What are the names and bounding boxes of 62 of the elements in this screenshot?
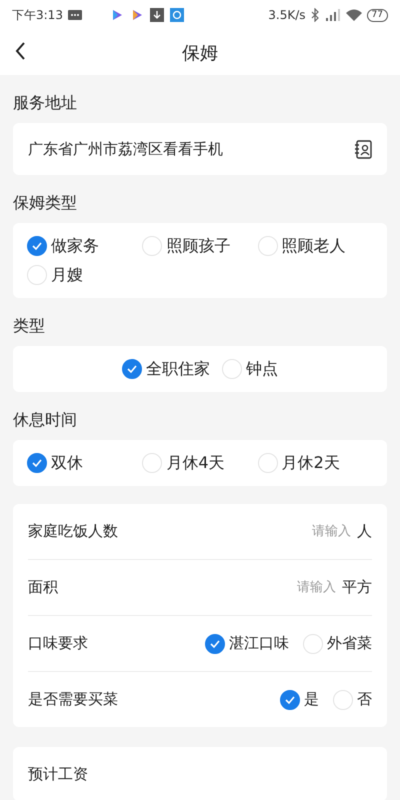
- option-label: 月嫂: [51, 264, 83, 286]
- back-button[interactable]: [14, 41, 26, 61]
- option-label: 月休4天: [166, 452, 225, 474]
- radio-option[interactable]: 外省菜: [303, 632, 372, 656]
- signal-icon: [324, 8, 341, 22]
- page-title: 保姆: [182, 42, 218, 64]
- option-label: 钟点: [246, 358, 278, 380]
- option-label: 月休2天: [282, 452, 340, 474]
- option-label: 湛江口味: [229, 634, 289, 653]
- radio-option[interactable]: 钟点: [222, 357, 278, 381]
- radio-option[interactable]: 做家务: [27, 234, 142, 258]
- check-icon: [31, 457, 43, 469]
- check-icon: [209, 638, 221, 650]
- radio-button[interactable]: [205, 634, 225, 654]
- radio-button[interactable]: [122, 359, 142, 379]
- address-field[interactable]: 广东省广州市荔湾区看看手机: [13, 123, 387, 175]
- wifi-icon: [344, 8, 363, 22]
- section-label: 类型: [13, 315, 46, 337]
- section-label: 保姆类型: [13, 192, 78, 214]
- radio-option[interactable]: 全职住家: [122, 357, 210, 381]
- radio-button[interactable]: [27, 236, 47, 256]
- download-icon: [148, 8, 165, 22]
- network-speed: 3.5K/s: [268, 8, 306, 22]
- field-label: 面积: [28, 578, 58, 597]
- option-label: 双休: [51, 452, 83, 474]
- contact-book-icon: [354, 140, 373, 158]
- radio-option[interactable]: 双休: [27, 451, 142, 475]
- field-label: 预计工资: [28, 764, 88, 784]
- bluetooth-icon: [310, 8, 320, 22]
- section-label: 休息时间: [13, 409, 78, 431]
- option-label: 外省菜: [327, 634, 372, 653]
- option-label: 做家务: [51, 236, 99, 256]
- radio-option[interactable]: 是: [280, 688, 319, 712]
- radio-option[interactable]: 月嫂: [27, 263, 142, 287]
- unit-label: 人: [357, 522, 372, 541]
- option-label: 照顾老人: [282, 236, 346, 256]
- radio-button[interactable]: [280, 690, 300, 710]
- back-icon: [14, 41, 26, 61]
- address-text: 广东省广州市荔湾区看看手机: [28, 140, 223, 158]
- radio-option[interactable]: 照顾老人: [258, 234, 373, 258]
- check-icon: [31, 240, 43, 252]
- radio-option[interactable]: 湛江口味: [205, 632, 289, 656]
- message-icon: [66, 8, 83, 22]
- app-icon: [168, 8, 185, 22]
- radio-option[interactable]: 月休4天: [142, 451, 258, 475]
- section-label: 服务地址: [13, 92, 78, 114]
- status-time: 下午3:13: [12, 6, 63, 24]
- unit-label: 平方: [342, 578, 372, 597]
- field-label: 是否需要买菜: [28, 690, 118, 709]
- radio-option[interactable]: 否: [333, 688, 372, 712]
- radio-option[interactable]: 月休2天: [258, 451, 373, 475]
- battery-icon: 77: [366, 8, 388, 22]
- radio-option[interactable]: 照顾孩子: [142, 234, 258, 258]
- check-icon: [126, 363, 138, 375]
- option-label: 是: [304, 690, 319, 709]
- field-label: 口味要求: [28, 634, 88, 653]
- field-label: 家庭吃饭人数: [28, 522, 118, 541]
- check-icon: [284, 694, 296, 706]
- option-label: 全职住家: [146, 358, 210, 380]
- option-label: 照顾孩子: [166, 236, 230, 256]
- option-label: 否: [357, 690, 372, 709]
- radio-button[interactable]: [27, 453, 47, 473]
